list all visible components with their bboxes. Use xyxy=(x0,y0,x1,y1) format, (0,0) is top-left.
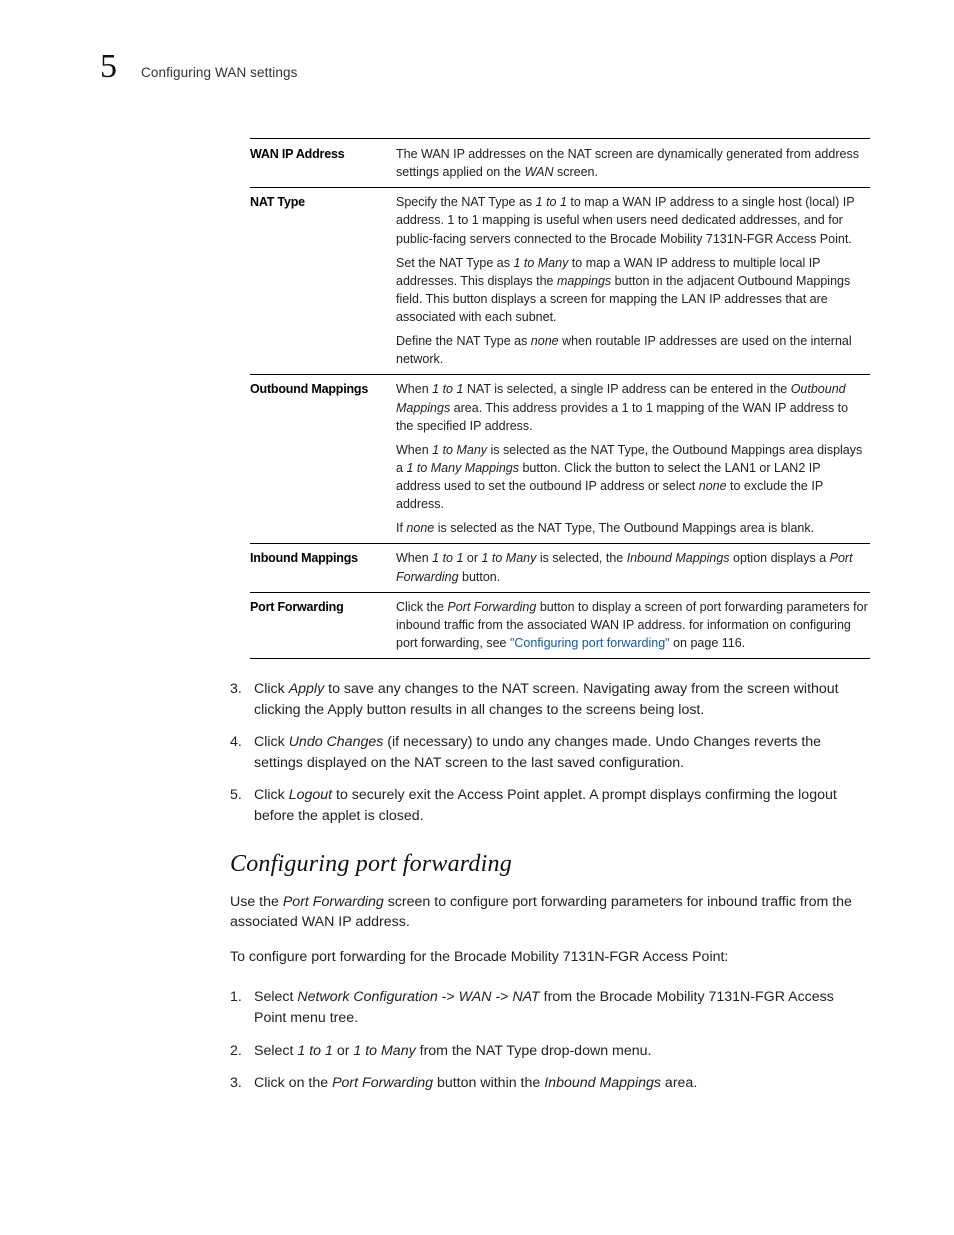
table-row: Inbound MappingsWhen 1 to 1 or 1 to Many… xyxy=(250,543,870,591)
running-head: Configuring WAN settings xyxy=(141,65,297,80)
term-label: Outbound Mappings xyxy=(250,380,396,537)
paragraph: If none is selected as the NAT Type, The… xyxy=(396,519,868,537)
list-item: 1.Select Network Configuration -> WAN ->… xyxy=(230,987,870,1028)
emphasis: 1 to Many xyxy=(353,1043,415,1059)
step-list-1: 3.Click Apply to save any changes to the… xyxy=(230,679,870,827)
paragraph: Set the NAT Type as 1 to Many to map a W… xyxy=(396,254,868,327)
emphasis: Port Forwarding xyxy=(283,894,384,910)
term-label: WAN IP Address xyxy=(250,145,396,181)
page-header: 5 Configuring WAN settings xyxy=(100,50,864,84)
step-number: 4. xyxy=(230,732,254,773)
step-body: Click Undo Changes (if necessary) to und… xyxy=(254,732,870,773)
term-description: The WAN IP addresses on the NAT screen a… xyxy=(396,145,870,181)
table-row: Outbound MappingsWhen 1 to 1 NAT is sele… xyxy=(250,374,870,543)
emphasis: none xyxy=(531,334,559,348)
paragraph: When 1 to 1 or 1 to Many is selected, th… xyxy=(396,549,868,585)
emphasis: none xyxy=(699,479,727,493)
paragraph: Click the Port Forwarding button to disp… xyxy=(396,598,868,652)
step-number: 1. xyxy=(230,987,254,1028)
emphasis: 1 to Many Mappings xyxy=(406,461,519,475)
cross-reference-link[interactable]: "Configuring port forwarding" xyxy=(510,636,670,650)
term-description: When 1 to 1 NAT is selected, a single IP… xyxy=(396,380,870,537)
emphasis: 1 to Many xyxy=(432,443,487,457)
chapter-number: 5 xyxy=(100,50,117,84)
emphasis: WAN xyxy=(525,165,554,179)
emphasis: 1 to Many xyxy=(513,256,568,270)
paragraph: The WAN IP addresses on the NAT screen a… xyxy=(396,145,868,181)
step-body: Click Logout to securely exit the Access… xyxy=(254,785,870,826)
step-list-2: 1.Select Network Configuration -> WAN ->… xyxy=(230,987,870,1093)
emphasis: 1 to 1 xyxy=(432,551,463,565)
paragraph: Specify the NAT Type as 1 to 1 to map a … xyxy=(396,193,868,247)
emphasis: mappings xyxy=(557,274,611,288)
paragraph: Define the NAT Type as none when routabl… xyxy=(396,332,868,368)
step-body: Select Network Configuration -> WAN -> N… xyxy=(254,987,870,1028)
term-description: Click the Port Forwarding button to disp… xyxy=(396,598,870,652)
step-number: 3. xyxy=(230,679,254,720)
section-heading: Configuring port forwarding xyxy=(230,851,864,878)
term-description: Specify the NAT Type as 1 to 1 to map a … xyxy=(396,193,870,368)
emphasis: Apply xyxy=(289,681,325,697)
emphasis: Inbound Mappings xyxy=(544,1075,661,1091)
emphasis: 1 to 1 xyxy=(536,195,567,209)
emphasis: NAT xyxy=(512,989,539,1005)
term-label: Inbound Mappings xyxy=(250,549,396,585)
list-item: 2.Select 1 to 1 or 1 to Many from the NA… xyxy=(230,1041,870,1062)
emphasis: WAN xyxy=(459,989,492,1005)
emphasis: 1 to 1 xyxy=(432,382,463,396)
term-label: NAT Type xyxy=(250,193,396,368)
list-item: 5.Click Logout to securely exit the Acce… xyxy=(230,785,870,826)
step-body: Click Apply to save any changes to the N… xyxy=(254,679,870,720)
section-intro: Use the Port Forwarding screen to config… xyxy=(100,892,864,968)
step-number: 2. xyxy=(230,1041,254,1062)
emphasis: Inbound Mappings xyxy=(627,551,730,565)
term-description: When 1 to 1 or 1 to Many is selected, th… xyxy=(396,549,870,585)
emphasis: Undo Changes xyxy=(289,734,384,750)
emphasis: Port Forwarding xyxy=(447,600,536,614)
definition-table: WAN IP AddressThe WAN IP addresses on th… xyxy=(250,138,870,659)
emphasis: Port Forwarding xyxy=(332,1075,433,1091)
table-row: NAT TypeSpecify the NAT Type as 1 to 1 t… xyxy=(250,187,870,374)
emphasis: none xyxy=(406,521,434,535)
emphasis: Logout xyxy=(289,787,332,803)
step-body: Click on the Port Forwarding button with… xyxy=(254,1073,870,1094)
step-body: Select 1 to 1 or 1 to Many from the NAT … xyxy=(254,1041,870,1062)
emphasis: 1 to Many xyxy=(481,551,536,565)
emphasis: Network Configuration xyxy=(297,989,437,1005)
paragraph: When 1 to 1 NAT is selected, a single IP… xyxy=(396,380,868,434)
paragraph: When 1 to Many is selected as the NAT Ty… xyxy=(396,441,868,514)
term-label: Port Forwarding xyxy=(250,598,396,652)
list-item: 3.Click Apply to save any changes to the… xyxy=(230,679,870,720)
list-item: 4.Click Undo Changes (if necessary) to u… xyxy=(230,732,870,773)
table-row: Port ForwardingClick the Port Forwarding… xyxy=(250,592,870,658)
list-item: 3.Click on the Port Forwarding button wi… xyxy=(230,1073,870,1094)
emphasis: 1 to 1 xyxy=(297,1043,333,1059)
paragraph: Use the Port Forwarding screen to config… xyxy=(230,892,870,933)
step-number: 3. xyxy=(230,1073,254,1094)
step-number: 5. xyxy=(230,785,254,826)
table-row: WAN IP AddressThe WAN IP addresses on th… xyxy=(250,139,870,187)
paragraph: To configure port forwarding for the Bro… xyxy=(230,947,870,968)
page: 5 Configuring WAN settings WAN IP Addres… xyxy=(0,0,954,1178)
